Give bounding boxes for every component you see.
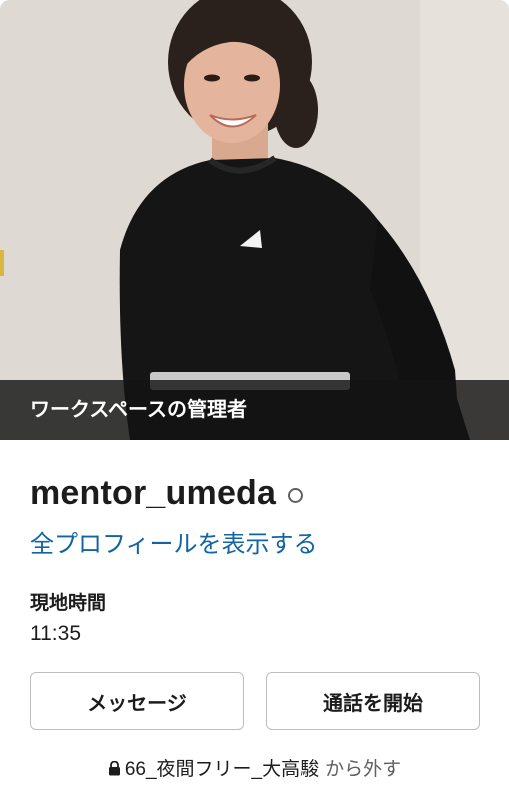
- profile-photo-illustration: [0, 0, 509, 440]
- lock-icon: [108, 760, 121, 782]
- presence-away-icon: [288, 488, 304, 503]
- message-button[interactable]: メッセージ: [30, 672, 244, 730]
- local-time-value: 11:35: [30, 622, 81, 645]
- view-full-profile-link[interactable]: 全プロフィールを表示する: [30, 524, 318, 559]
- profile-card: ワークスペースの管理者 mentor_umeda 全プロフィールを表示する 現地…: [0, 0, 509, 800]
- remove-from-channel-link[interactable]: から外す: [325, 759, 401, 780]
- start-call-button[interactable]: 通話を開始: [266, 672, 480, 730]
- channel-name: 66_夜間フリー_大高駿: [124, 759, 320, 780]
- remove-from-channel-row[interactable]: 66_夜間フリー_大高駿 から外す: [0, 754, 509, 782]
- local-time-label: 現地時間: [30, 593, 107, 614]
- name-row: mentor_umeda: [30, 474, 304, 513]
- workspace-admin-badge: ワークスペースの管理者: [0, 380, 509, 440]
- display-name[interactable]: mentor_umeda: [30, 474, 276, 513]
- profile-photo[interactable]: [0, 0, 509, 440]
